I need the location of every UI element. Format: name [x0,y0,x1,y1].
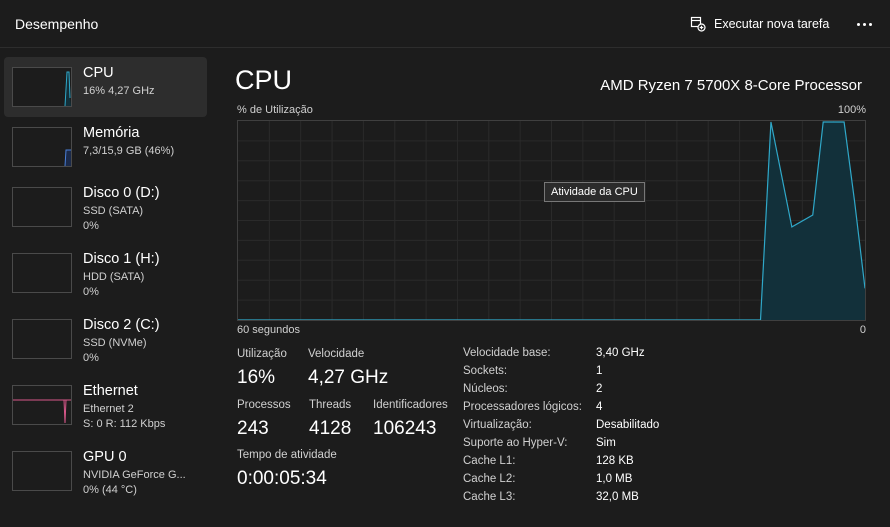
sidebar-item-label: Ethernet [83,383,138,399]
sidebar-item-usage: 0% [83,286,99,298]
speed-label: Velocidade [308,348,365,360]
info-key: Virtualização: [463,419,532,431]
info-key: Cache L2: [463,473,516,485]
disk-thumbnail-graph [12,319,72,359]
processes-value: 243 [237,418,269,439]
run-task-icon [690,16,706,32]
sidebar-item-gpu-0[interactable]: GPU 0 NVIDIA GeForce G... 0% (44 °C) [4,441,207,501]
sidebar-item-ethernet[interactable]: Ethernet Ethernet 2 S: 0 R: 112 Kbps [4,375,207,435]
graph-y-label: % de Utilização [237,104,313,116]
disk-thumbnail-graph [12,187,72,227]
utilization-label: Utilização [237,348,287,360]
page-title: Desempenho [15,16,99,32]
sidebar-item-disk-0[interactable]: Disco 0 (D:) SSD (SATA) 0% [4,177,207,237]
sidebar-item-label: Disco 0 (D:) [83,185,160,201]
sidebar-item-label: Memória [83,125,140,141]
handles-value: 106243 [373,418,437,439]
more-options-button[interactable] [852,14,876,34]
run-task-label: Executar nova tarefa [714,17,830,31]
graph-tooltip: Atividade da CPU [544,182,645,202]
sidebar-item-label: Disco 1 (H:) [83,251,160,267]
sidebar-item-label: GPU 0 [83,449,127,465]
sidebar-item-label: CPU [83,65,114,81]
sidebar-item-detail: 16% 4,27 GHz [83,85,155,97]
info-key: Cache L3: [463,491,516,503]
info-key: Núcleos: [463,383,508,395]
graph-time-label: 60 segundos [237,324,300,336]
handles-label: Identificadores [373,399,448,411]
uptime-value: 0:00:05:34 [237,468,327,489]
sidebar-item-disk-2[interactable]: Disco 2 (C:) SSD (NVMe) 0% [4,309,207,369]
info-value: 32,0 MB [596,491,639,503]
performance-sidebar: CPU 16% 4,27 GHz Memória 7,3/15,9 GB (46… [0,49,215,527]
section-title: CPU [235,65,293,95]
processor-name: AMD Ryzen 7 5700X 8-Core Processor [600,77,862,94]
info-key: Sockets: [463,365,508,377]
threads-label: Threads [309,399,352,411]
info-key: Suporte ao Hyper-V: [463,437,568,449]
more-dot-icon [856,22,860,26]
sidebar-item-detail: SSD (NVMe) [83,337,147,349]
processes-label: Processos [237,399,291,411]
info-value: 1 [596,365,603,377]
sidebar-item-detail: Ethernet 2 [83,403,134,415]
sidebar-item-detail: 7,3/15,9 GB (46%) [83,145,175,157]
info-key: Velocidade base: [463,347,551,359]
info-value: Desabilitado [596,419,660,431]
info-value: 2 [596,383,603,395]
uptime-label: Tempo de atividade [237,449,337,461]
sidebar-item-usage: 0% (44 °C) [83,484,137,496]
sidebar-item-usage: S: 0 R: 112 Kbps [83,418,166,430]
run-new-task-button[interactable]: Executar nova tarefa [690,14,829,34]
info-value: 1,0 MB [596,473,633,485]
info-key: Processadores lógicos: [463,401,582,413]
sidebar-item-usage: 0% [83,220,99,232]
cpu-chart-svg [238,121,866,321]
cpu-detail-panel: CPU AMD Ryzen 7 5700X 8-Core Processor %… [215,49,890,527]
utilization-value: 16% [237,367,276,388]
sidebar-item-usage: 0% [83,352,99,364]
sidebar-item-detail: HDD (SATA) [83,271,145,283]
cpu-utilization-graph[interactable] [237,120,866,321]
sidebar-item-detail: NVIDIA GeForce G... [83,469,186,481]
info-value: Sim [596,437,616,449]
graph-max-label: 100% [837,104,866,116]
speed-value: 4,27 GHz [308,367,389,388]
disk-thumbnail-graph [12,253,72,293]
info-value: 128 KB [596,455,634,467]
memory-thumbnail-graph [12,127,72,167]
info-value: 3,40 GHz [596,347,645,359]
sidebar-item-disk-1[interactable]: Disco 1 (H:) HDD (SATA) 0% [4,243,207,303]
sidebar-item-label: Disco 2 (C:) [83,317,160,333]
cpu-thumbnail-graph [12,67,72,107]
graph-min-label: 0 [859,324,866,336]
top-bar: Desempenho Executar nova tarefa [0,0,890,48]
sidebar-item-memory[interactable]: Memória 7,3/15,9 GB (46%) [4,117,207,177]
info-key: Cache L1: [463,455,516,467]
sidebar-item-cpu[interactable]: CPU 16% 4,27 GHz [4,57,207,117]
threads-value: 4128 [309,418,352,439]
info-value: 4 [596,401,603,413]
more-dot-icon [868,22,872,26]
ethernet-thumbnail-graph [12,385,72,425]
gpu-thumbnail-graph [12,451,72,491]
more-dot-icon [862,22,866,26]
sidebar-item-detail: SSD (SATA) [83,205,144,217]
